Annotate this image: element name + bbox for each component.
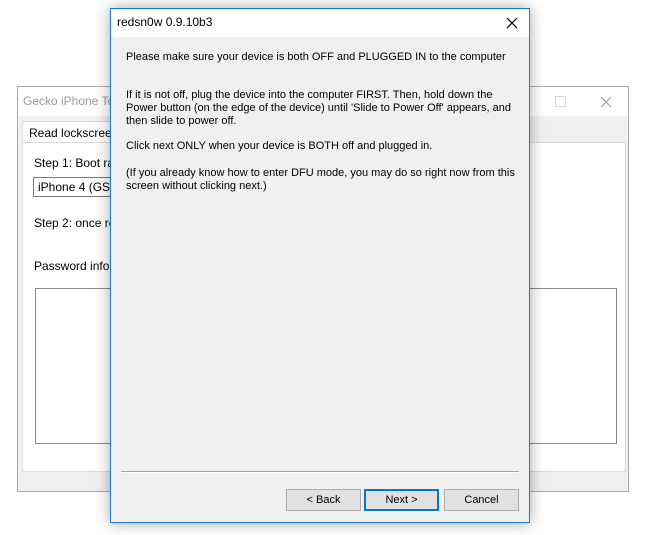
dialog-titlebar[interactable]: redsn0w 0.9.10b3: [111, 9, 529, 37]
instruction-paragraph: (If you already know how to enter DFU mo…: [126, 167, 515, 192]
dialog-title: redsn0w 0.9.10b3: [117, 15, 213, 29]
instruction-paragraph: If it is not off, plug the device into t…: [126, 89, 511, 127]
instruction-paragraph: Click next ONLY when your device is BOTH…: [126, 140, 433, 152]
next-button[interactable]: Next >: [364, 489, 439, 511]
redsn0w-dialog: redsn0w 0.9.10b3 Please make sure your d…: [110, 8, 530, 523]
button-separator: [121, 471, 519, 473]
gecko-window-title: Gecko iPhone To: [23, 94, 115, 108]
step2-label: Step 2: once red: [34, 216, 123, 230]
tab-read-lockscreen[interactable]: Read lockscreen: [22, 121, 122, 143]
tab-label: Read lockscreen: [29, 126, 119, 140]
back-button[interactable]: < Back: [286, 489, 361, 511]
close-icon[interactable]: [594, 92, 618, 112]
maximize-icon[interactable]: [555, 96, 566, 107]
cancel-button[interactable]: Cancel: [444, 489, 519, 511]
close-icon[interactable]: [500, 13, 524, 33]
instruction-paragraph: Please make sure your device is both OFF…: [126, 51, 506, 63]
